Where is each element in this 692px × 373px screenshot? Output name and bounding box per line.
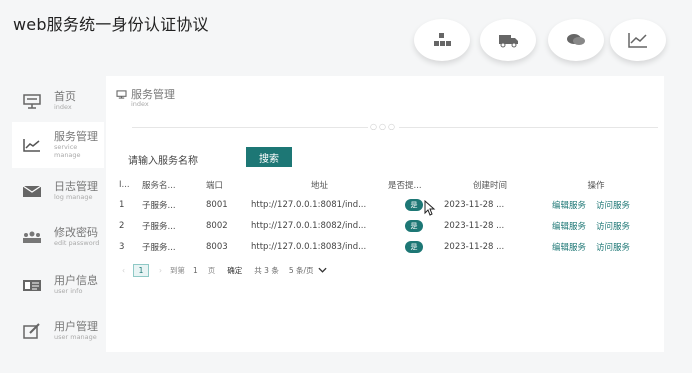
goto-label: 到第 (170, 266, 185, 275)
search-button[interactable]: 搜索 (246, 147, 292, 167)
cell-time: 2023-11-28 ... (444, 199, 505, 210)
sidebar-item-user-info[interactable]: 用户信息 user info (12, 262, 104, 308)
sidebar-item-edit-password[interactable]: 修改密码 edit password (12, 214, 104, 260)
table-row: 1 子服务... 8001 http://127.0.0.1:8081/ind.… (116, 194, 656, 215)
status-badge: 是 (405, 219, 423, 232)
sidebar-item-sub: service manage (54, 143, 81, 159)
column-header-name[interactable]: 服务名... (142, 176, 206, 194)
cell-id: 2 (119, 220, 125, 231)
sidebar-item-sub: user info (54, 286, 83, 295)
next-page-button[interactable]: › (159, 266, 162, 275)
page-number-current[interactable]: 1 (133, 264, 149, 277)
sidebar-item-sub: index (54, 102, 72, 111)
sidebar-item-label: 修改密码 (54, 225, 98, 239)
mouse-cursor-icon (424, 199, 436, 216)
app-title: web服务统一身份认证协议 (13, 15, 209, 34)
presentation-icon (22, 93, 42, 109)
cell-address: http://127.0.0.1:8082/ind... (251, 220, 367, 231)
column-header-time[interactable]: 创建时间 (440, 176, 536, 194)
sidebar-item-label: 用户信息 (54, 273, 98, 287)
cell-port: 8001 (206, 199, 228, 210)
id-card-icon (22, 277, 42, 293)
column-header-flag[interactable]: 是否提... (388, 176, 440, 194)
service-table: I... 服务名... 端口 地址 是否提... 创建时间 操作 1 子服务..… (116, 176, 656, 257)
sidebar-item-label: 日志管理 (54, 179, 98, 193)
status-badge: 是 (405, 240, 423, 253)
chat-icon[interactable] (548, 19, 604, 61)
sidebar-item-home[interactable]: 首页 index (12, 78, 104, 124)
cell-name: 子服务... (142, 200, 176, 211)
breadcrumb: 服务管理 index (116, 89, 175, 108)
cell-address: http://127.0.0.1:8083/ind... (251, 241, 367, 252)
ellipsis-icon: ○○○ (368, 122, 399, 131)
line-chart-icon (22, 137, 42, 153)
cell-name: 子服务... (142, 221, 176, 232)
cell-time: 2023-11-28 ... (444, 241, 505, 252)
breadcrumb-sub: index (131, 100, 149, 108)
page-size-select[interactable]: 5 条/页 (289, 265, 314, 276)
total-count: 共 3 条 (254, 266, 279, 275)
cell-port: 8003 (206, 241, 228, 252)
sidebar-item-sub: log manage (54, 192, 93, 201)
table-header-row: I... 服务名... 端口 地址 是否提... 创建时间 操作 (116, 176, 656, 194)
main-panel: 服务管理 index ○○○ 请输入服务名称 搜索 I... 服务名... 端口… (106, 76, 664, 352)
table-row: 2 子服务... 8002 http://127.0.0.1:8082/ind.… (116, 215, 656, 236)
boxes-icon[interactable] (414, 19, 470, 61)
prev-page-button[interactable]: ‹ (122, 266, 125, 275)
page-unit-label: 页 (207, 266, 216, 275)
visit-service-link[interactable]: 访问服务 (596, 243, 630, 253)
table-row: 3 子服务... 8003 http://127.0.0.1:8083/ind.… (116, 236, 656, 257)
cell-address: http://127.0.0.1:8081/ind... (251, 199, 367, 210)
sidebar-item-service-manage[interactable]: 服务管理 service manage (12, 122, 104, 168)
app-root: web服务统一身份认证协议 首页 index 服务管理 service manage (0, 0, 692, 373)
truck-icon[interactable] (480, 19, 536, 61)
search-input[interactable]: 请输入服务名称 (128, 152, 198, 167)
cell-id: 1 (119, 199, 125, 210)
edit-service-link[interactable]: 编辑服务 (552, 222, 586, 232)
presentation-icon (116, 90, 127, 108)
cell-time: 2023-11-28 ... (444, 220, 505, 231)
sidebar-item-label: 用户管理 (54, 319, 98, 333)
line-chart-icon[interactable] (610, 19, 666, 61)
sidebar-item-log-manage[interactable]: 日志管理 log manage (12, 168, 104, 214)
cell-port: 8002 (206, 220, 228, 231)
edit-service-link[interactable]: 编辑服务 (552, 243, 586, 253)
column-header-port[interactable]: 端口 (206, 176, 251, 194)
visit-service-link[interactable]: 访问服务 (596, 222, 630, 232)
sidebar-item-sub: user manage (54, 332, 97, 341)
column-header-actions: 操作 (587, 181, 605, 191)
chevron-down-icon[interactable] (317, 266, 327, 275)
breadcrumb-label: 服务管理 (131, 88, 175, 101)
column-header-address[interactable]: 地址 (251, 176, 388, 194)
edit-icon (22, 323, 42, 339)
goto-page-input[interactable]: 1 (193, 266, 198, 275)
visit-service-link[interactable]: 访问服务 (596, 201, 630, 211)
column-header-id[interactable]: I... (116, 176, 142, 194)
edit-service-link[interactable]: 编辑服务 (552, 201, 586, 211)
pagination: ‹ 1 › 到第 1 页 确定 共 3 条 5 条/页 (122, 264, 327, 277)
people-icon (22, 229, 42, 245)
sidebar-item-label: 首页 (54, 89, 76, 103)
sidebar-item-sub: edit password (54, 238, 100, 247)
confirm-button[interactable]: 确定 (227, 265, 242, 276)
cell-name: 子服务... (142, 242, 176, 253)
mail-icon (22, 183, 42, 199)
sidebar-item-user-manage[interactable]: 用户管理 user manage (12, 308, 104, 354)
cell-id: 3 (119, 241, 125, 252)
status-badge: 是 (405, 198, 423, 211)
sidebar-item-label: 服务管理 (54, 130, 98, 144)
